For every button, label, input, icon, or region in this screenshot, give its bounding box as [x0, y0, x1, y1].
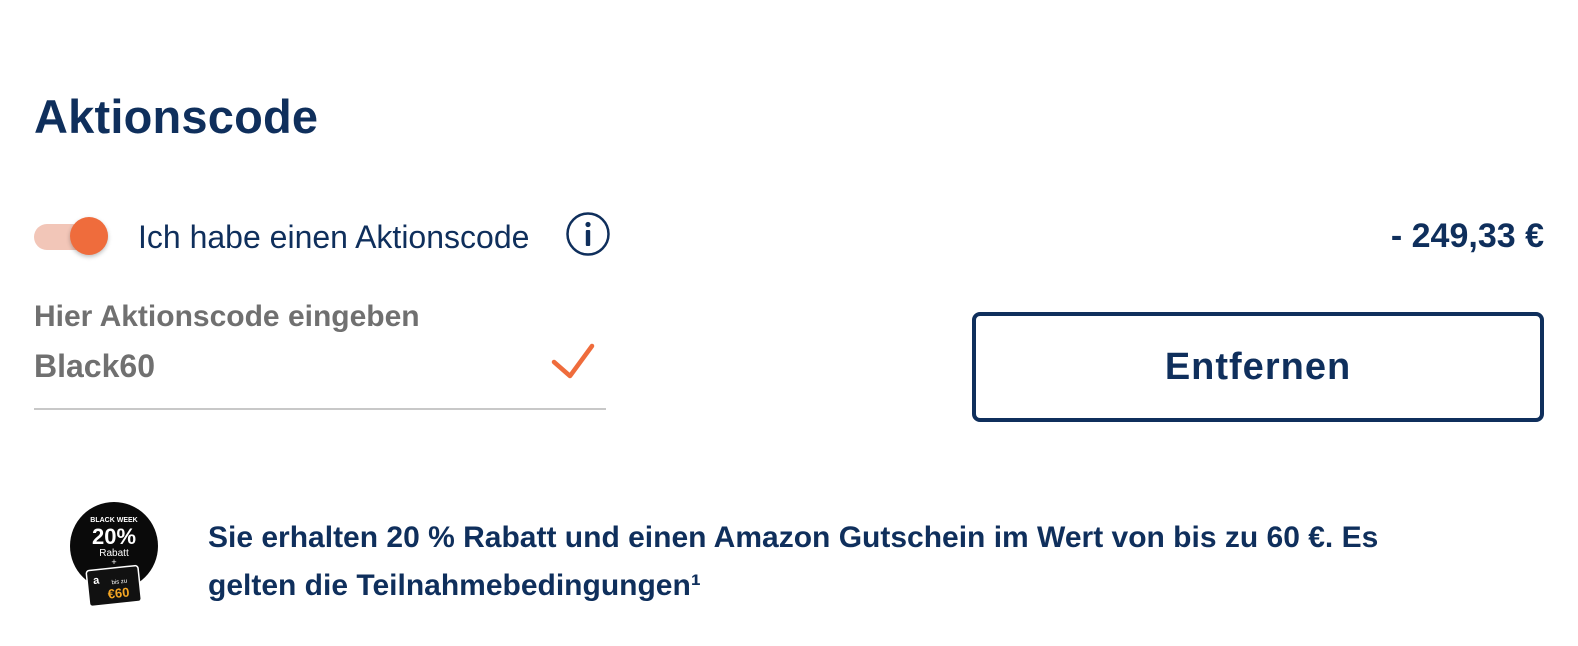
discount-amount: - 249,33 €: [1390, 217, 1544, 255]
badge-plus: +: [111, 557, 116, 567]
page-title: Aktionscode: [34, 90, 319, 144]
remove-code-button[interactable]: Entfernen: [972, 312, 1544, 422]
black-week-badge: BLACK WEEK 20% Rabatt + a bis zu €60: [68, 500, 160, 612]
promo-code-field-label: Hier Aktionscode eingeben: [34, 300, 420, 333]
badge-percent: 20%: [92, 524, 136, 549]
promo-code-input[interactable]: [34, 344, 554, 388]
promo-code-field-underline: [34, 408, 606, 410]
info-icon[interactable]: [566, 212, 610, 256]
promo-code-toggle-label[interactable]: Ich habe einen Aktionscode: [138, 216, 529, 258]
badge-card-amount: €60: [107, 584, 130, 601]
check-icon: [548, 340, 598, 384]
toggle-knob: [70, 217, 108, 255]
badge-top-text: BLACK WEEK: [90, 517, 137, 524]
promo-code-toggle[interactable]: [34, 216, 112, 256]
promo-description: Sie erhalten 20 % Rabatt und einen Amazo…: [208, 521, 1379, 602]
